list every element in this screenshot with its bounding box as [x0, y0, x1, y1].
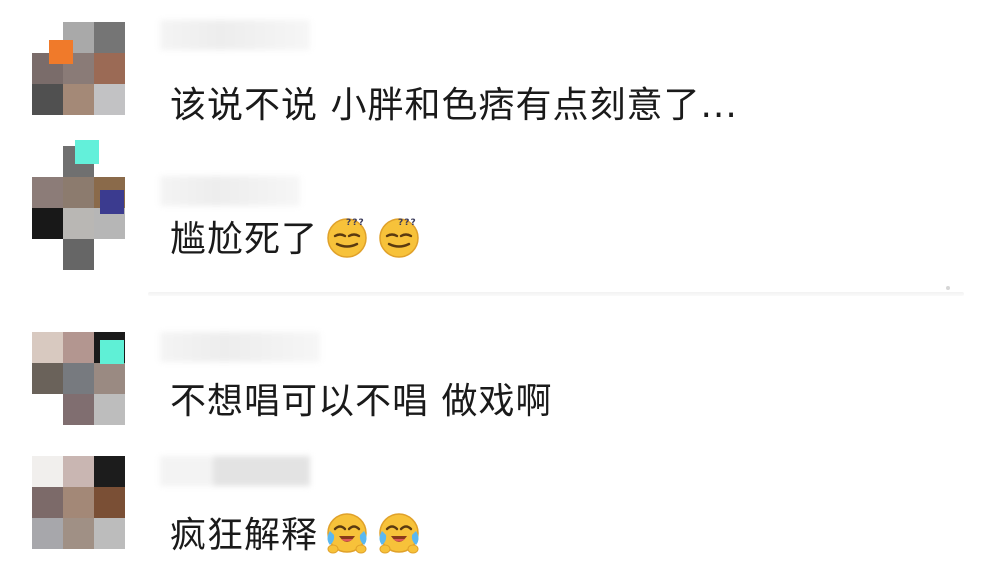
username-blurred[interactable]	[160, 332, 320, 362]
comment-text: 该说不说 小胖和色痞有点刻意了...	[170, 76, 738, 128]
avatar-accent	[49, 40, 73, 64]
dizzy-smile-emoji-icon: ???	[376, 213, 422, 259]
crying-laugh-emoji-icon	[324, 509, 370, 555]
dizzy-smile-emoji-icon: ???	[324, 213, 370, 259]
username-blurred[interactable]	[160, 456, 310, 486]
avatar-accent	[75, 140, 99, 164]
crying-laugh-emoji-icon	[376, 509, 422, 555]
comment-text-content: 疯狂解释	[170, 515, 319, 556]
avatar-bottom-pixel	[63, 239, 94, 270]
comment-text: 尴尬死了 ??? ???	[170, 210, 422, 262]
svg-text:???: ???	[398, 218, 417, 228]
divider-dot	[946, 286, 950, 290]
comment-text-content: 该说不说 小胖和色痞有点刻意了...	[170, 85, 738, 126]
comment-text-content: 不想唱可以不唱 做戏啊	[170, 381, 553, 422]
avatar-accent	[100, 340, 124, 364]
comment-text: 疯狂解释	[170, 506, 422, 558]
username-blurred[interactable]	[160, 20, 310, 50]
thread-divider	[148, 292, 964, 296]
avatar-accent	[100, 190, 124, 214]
avatar[interactable]	[32, 22, 125, 115]
comment-text-content: 尴尬死了	[170, 219, 319, 260]
comment-text: 不想唱可以不唱 做戏啊	[170, 372, 552, 424]
svg-text:???: ???	[346, 218, 365, 228]
avatar[interactable]	[32, 456, 125, 549]
username-blurred[interactable]	[160, 176, 300, 206]
